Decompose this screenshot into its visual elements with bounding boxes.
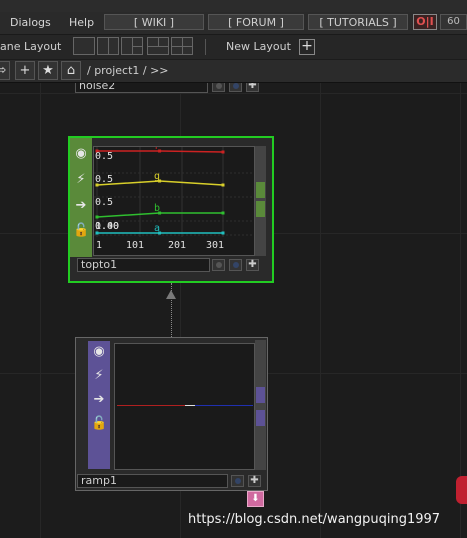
forum-button[interactable]: [ FORUM ] — [208, 14, 304, 30]
watermark: https://blog.csdn.net/wangpuqing1997 — [188, 512, 441, 527]
network-path[interactable]: / project1 / >> — [87, 64, 169, 77]
node-right-strip — [255, 146, 266, 256]
x-tick-label: 101 — [126, 240, 144, 251]
channel-label-g: g — [154, 171, 160, 182]
view-icon[interactable]: ◉ — [91, 344, 107, 360]
series-point-a — [221, 231, 225, 235]
chop-chart: rgba0.50.50.51.000.401101201301 — [94, 147, 254, 251]
fps-readout: 60 — [440, 14, 467, 30]
output-connector[interactable] — [256, 182, 265, 198]
grid-line — [40, 83, 41, 538]
series-point-r — [221, 150, 225, 154]
grid-line — [460, 83, 461, 538]
arrow-right-icon[interactable]: ➔ — [91, 392, 107, 408]
viewer-flag-icon[interactable]: ✚ — [246, 259, 259, 271]
value-label: 0.40 — [95, 221, 119, 232]
series-point-b — [221, 211, 225, 215]
viewer-flag-icon[interactable]: ✚ — [246, 83, 259, 92]
pane-layout-split-horizontal-icon[interactable] — [147, 37, 169, 55]
topto-node[interactable]: ◉ ⚡ ➔ 🔓 rgba0.50.50.51.000.401101201301 … — [68, 136, 274, 283]
node-name[interactable]: ramp1 — [77, 474, 228, 488]
node-viewer: rgba0.50.50.51.000.401101201301 — [93, 146, 255, 256]
node-name[interactable]: topto1 — [77, 258, 210, 272]
x-tick-label: 201 — [168, 240, 186, 251]
cooking-flag-icon[interactable] — [212, 83, 225, 92]
output-connector[interactable] — [256, 201, 265, 217]
activate-icon[interactable]: ⚡ — [91, 368, 107, 384]
value-label: 0.5 — [95, 174, 113, 185]
ramp-white-line — [185, 405, 195, 406]
pane-layout-split-vertical-icon[interactable] — [97, 37, 119, 55]
menu-help[interactable]: Help — [69, 16, 94, 29]
node-viewer — [114, 343, 255, 470]
wire-arrow-icon — [166, 290, 176, 299]
noise-node[interactable]: noise2 ✚ — [75, 83, 267, 93]
pane-layout-single-icon[interactable] — [73, 37, 95, 55]
star-icon[interactable]: ★ — [38, 61, 58, 80]
pane-layout-split-three-icon[interactable] — [121, 37, 143, 55]
top-strip — [0, 0, 467, 12]
plus-icon[interactable]: + — [15, 61, 35, 80]
separator — [205, 39, 206, 55]
channel-label-b: b — [154, 203, 160, 214]
tutorials-button[interactable]: [ TUTORIALS ] — [308, 14, 408, 30]
channel-label-a: a — [154, 223, 160, 234]
bypass-flag-icon[interactable] — [229, 259, 242, 271]
new-layout-label: New Layout — [226, 40, 291, 53]
cooking-flag-icon[interactable] — [212, 259, 225, 271]
value-label: 0.5 — [95, 197, 113, 208]
bypass-flag-icon[interactable] — [231, 475, 244, 487]
wiki-button[interactable]: [ WIKI ] — [104, 14, 204, 30]
add-layout-button[interactable]: + — [299, 39, 315, 55]
pane-layout-quad-icon[interactable] — [171, 37, 193, 55]
bypass-flag-icon[interactable] — [229, 83, 242, 92]
output-connector[interactable] — [256, 410, 265, 426]
series-point-b — [95, 215, 99, 219]
arrow-right-icon[interactable]: ➔ — [73, 198, 89, 214]
layout-bar: ane Layout New Layout + — [0, 35, 467, 59]
node-sidebar: ◉ ⚡ ➔ 🔓 — [88, 341, 110, 469]
output-connector[interactable] — [256, 387, 265, 403]
output-download-icon[interactable]: ⬇ — [247, 491, 264, 507]
perform-toggle-button[interactable]: O|I — [413, 14, 437, 30]
x-tick-label: 301 — [206, 240, 224, 251]
home-icon[interactable]: ⌂ — [61, 61, 81, 80]
activate-icon[interactable]: ⚡ — [73, 172, 89, 188]
menu-dialogs[interactable]: Dialogs — [10, 16, 51, 29]
x-tick-label: 1 — [96, 240, 102, 251]
node-sidebar: ◉ ⚡ ➔ 🔓 — [70, 138, 92, 257]
grid-line — [0, 93, 467, 94]
grid-line — [320, 83, 321, 538]
node-right-strip — [255, 340, 266, 470]
ramp-node[interactable]: ◉ ⚡ ➔ 🔓 ramp1 ✚ — [75, 337, 268, 491]
arrow-right-icon[interactable]: ⇨ — [0, 61, 10, 80]
lock-icon[interactable]: 🔓 — [73, 223, 89, 239]
series-point-g — [221, 183, 225, 187]
lock-icon[interactable]: 🔓 — [91, 416, 107, 432]
value-label: 0.5 — [95, 151, 113, 162]
notification-badge[interactable] — [456, 476, 467, 504]
ramp-blue-line — [195, 405, 253, 406]
channel-label-r: r — [154, 147, 160, 152]
network-editor[interactable]: noise2 ✚ ◉ ⚡ ➔ 🔓 rgba0.50.50.51.000.4011… — [0, 83, 467, 538]
node-name[interactable]: noise2 — [75, 83, 208, 93]
view-icon[interactable]: ◉ — [73, 146, 89, 162]
menubar: Dialogs Help [ WIKI ] [ FORUM ] [ TUTORI… — [0, 12, 467, 35]
viewer-flag-icon[interactable]: ✚ — [248, 475, 261, 487]
path-bar: ⇨ + ★ ⌂ / project1 / >> — [0, 60, 467, 83]
pane-layout-label: ane Layout — [0, 40, 62, 53]
ramp-red-line — [117, 405, 185, 406]
